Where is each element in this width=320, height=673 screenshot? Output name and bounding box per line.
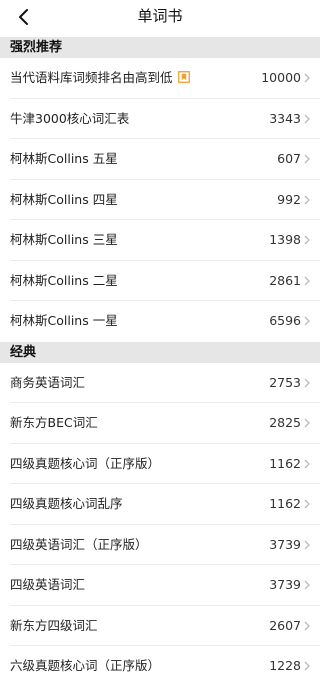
list-item[interactable]: 四级真题核心词乱序 1162 <box>0 484 320 525</box>
chevron-right-icon <box>304 316 310 326</box>
list-item[interactable]: 柯林斯Collins 一星 6596 <box>0 301 320 342</box>
list-item[interactable]: 新东方四级词汇 2607 <box>0 605 320 646</box>
chevron-right-icon <box>304 154 310 164</box>
list-item-name: 柯林斯Collins 三星 <box>10 232 118 247</box>
list-item[interactable]: 四级真题核心词（正序版） 1162 <box>0 443 320 484</box>
section-header-recommended: 强烈推荐 <box>0 37 320 58</box>
list-item-count: 607 <box>277 151 301 166</box>
list-item-count: 2825 <box>269 415 301 430</box>
list-item-count: 1162 <box>269 455 301 471</box>
list-item[interactable]: 四级英语词汇（正序版） 3739 <box>0 524 320 565</box>
list-item-name: 新东方BEC词汇 <box>10 415 98 430</box>
list-item-count: 3343 <box>269 110 301 126</box>
list-item-name: 当代语料库词频排名由高到低 <box>10 58 190 98</box>
page-title: 单词书 <box>137 7 183 25</box>
list-item-count: 992 <box>277 191 301 207</box>
list-item-count: 1228 <box>269 658 301 673</box>
list-item-name: 四级真题核心词（正序版） <box>10 455 161 471</box>
list-item[interactable]: 柯林斯Collins 四星 992 <box>0 179 320 220</box>
top-bar: 单词书 <box>0 0 320 35</box>
chevron-right-icon <box>304 499 310 509</box>
list-item[interactable]: 六级真题核心词（正序版） 1228 <box>0 646 320 673</box>
chevron-right-icon <box>304 235 310 245</box>
chevron-right-icon <box>304 540 310 549</box>
list-item-count: 3739 <box>269 536 301 552</box>
list-item[interactable]: 四级英语词汇 3739 <box>0 565 320 606</box>
chevron-right-icon <box>304 418 310 428</box>
list-item-count: 2861 <box>269 272 301 288</box>
list-item[interactable]: 新东方BEC词汇 2825 <box>0 403 320 444</box>
list-item-name: 牛津3000核心词汇表 <box>10 110 130 126</box>
list-item-name: 新东方四级词汇 <box>10 617 98 633</box>
chevron-right-icon <box>304 276 310 285</box>
chevron-right-icon <box>304 73 310 83</box>
list-item-name: 柯林斯Collins 五星 <box>10 151 118 166</box>
chevron-right-icon <box>304 459 310 468</box>
list-item[interactable]: 商务英语词汇 2753 <box>0 362 320 403</box>
list-item-count: 1398 <box>269 232 301 247</box>
list-item-count: 2753 <box>269 374 301 390</box>
list-item[interactable]: 柯林斯Collins 二星 2861 <box>0 260 320 301</box>
list-item-name: 四级英语词汇（正序版） <box>10 536 148 552</box>
list-item-name: 商务英语词汇 <box>10 374 86 390</box>
list-item[interactable]: 柯林斯Collins 五星 607 <box>0 139 320 180</box>
chevron-right-icon <box>304 661 310 671</box>
list-item-name: 四级真题核心词乱序 <box>10 496 123 511</box>
chevron-right-icon <box>304 114 310 123</box>
chevron-right-icon <box>304 580 310 590</box>
bookmark-icon <box>177 71 190 83</box>
list-item-name: 柯林斯Collins 二星 <box>10 272 118 288</box>
list-item-count: 1162 <box>269 496 301 511</box>
list-item[interactable]: 牛津3000核心词汇表 3343 <box>0 98 320 139</box>
chevron-right-icon <box>304 378 310 387</box>
list-item-count: 3739 <box>269 577 301 592</box>
list-item-count: 2607 <box>269 617 301 633</box>
list-item-name: 柯林斯Collins 四星 <box>10 191 118 207</box>
list-item-count: 6596 <box>269 313 301 328</box>
list-item[interactable]: 当代语料库词频排名由高到低 10000 <box>0 58 320 99</box>
list-item-name: 柯林斯Collins 一星 <box>10 313 118 328</box>
section-header-classic: 经典 <box>0 341 320 363</box>
chevron-right-icon <box>304 621 310 630</box>
list-item-count: 10000 <box>261 70 301 85</box>
chevron-right-icon <box>304 195 310 204</box>
list-item[interactable]: 柯林斯Collins 三星 1398 <box>0 220 320 261</box>
list-item-name: 六级真题核心词（正序版） <box>10 658 161 673</box>
list-item-name: 四级英语词汇 <box>10 577 86 592</box>
